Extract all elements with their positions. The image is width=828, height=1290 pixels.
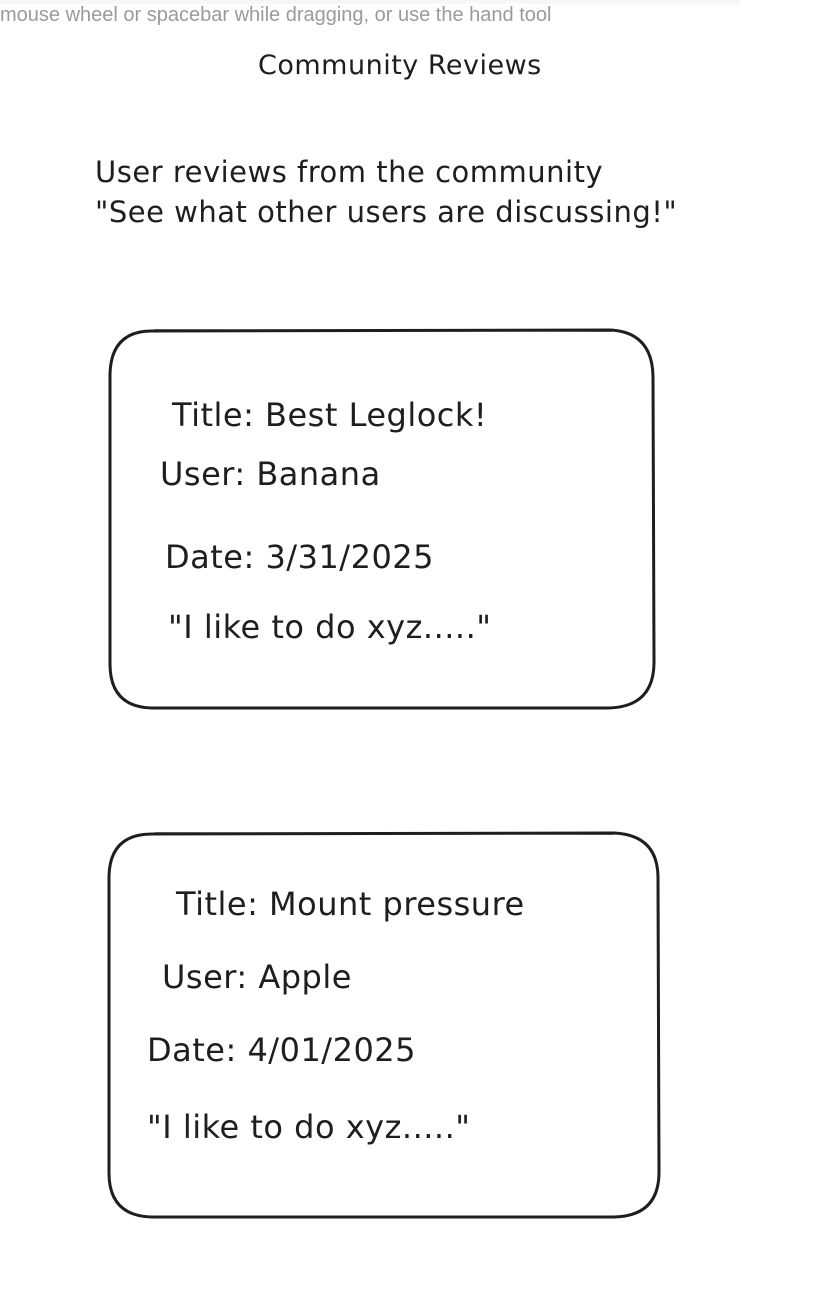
review-quote: "I like to do xyz.....": [147, 1108, 471, 1146]
page-title: Community Reviews: [258, 50, 542, 81]
review-card-1-outline[interactable]: [108, 328, 656, 710]
review-quote: "I like to do xyz.....": [168, 608, 492, 646]
review-title: Title: Mount pressure: [176, 885, 525, 923]
review-date: Date: 3/31/2025: [165, 538, 435, 576]
review-date: Date: 4/01/2025: [147, 1031, 417, 1069]
review-user: User: Apple: [162, 958, 352, 996]
subtitle-line-2: "See what other users are discussing!": [95, 195, 678, 229]
review-title: Title: Best Leglock!: [172, 396, 488, 434]
review-user: User: Banana: [160, 455, 381, 493]
canvas-hint: mouse wheel or spacebar while dragging, …: [0, 4, 560, 27]
subtitle-line-1: User reviews from the community: [95, 155, 604, 189]
